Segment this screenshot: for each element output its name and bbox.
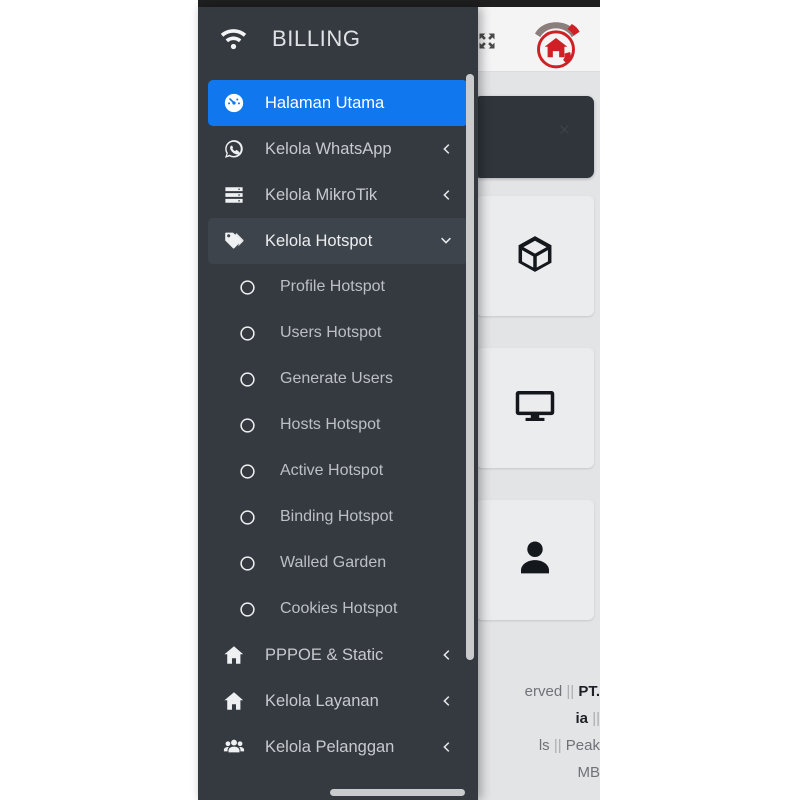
close-icon[interactable]: [557, 122, 572, 137]
house-wifi-logo: [528, 17, 584, 73]
tile-monitor[interactable]: [476, 348, 594, 468]
sidebar-item-label: PPPOE & Static: [265, 645, 384, 664]
sidebar-header: BILLING: [198, 7, 478, 70]
sidebar-subitem-label: Binding Hotspot: [280, 508, 393, 525]
circle-icon: [235, 275, 260, 300]
chevron-down-icon[interactable]: [438, 233, 454, 249]
sidebar-item-label: Kelola MikroTik: [265, 185, 378, 204]
sidebar-subitem-generate-users[interactable]: Generate Users: [208, 356, 468, 402]
dashboard-icon: [221, 91, 246, 116]
sidebar-subitem-label: Hosts Hotspot: [280, 416, 381, 433]
browser-top-strip: [198, 0, 600, 7]
screen: erved || PT. ia || ls || Peak MB BILLING…: [0, 0, 800, 800]
sidebar-subitem-hosts-hotspot[interactable]: Hosts Hotspot: [208, 402, 468, 448]
sidebar-subitem-active-hotspot[interactable]: Active Hotspot: [208, 448, 468, 494]
sidebar-subitem-label: Generate Users: [280, 370, 393, 387]
sidebar-subitem-label: Users Hotspot: [280, 324, 382, 341]
sidebar-item-kelola-pelanggan[interactable]: Kelola Pelanggan: [208, 724, 468, 770]
tags-icon: [221, 229, 246, 254]
circle-icon: [235, 413, 260, 438]
sidebar-title: BILLING: [272, 25, 361, 51]
monitor-icon: [514, 385, 556, 432]
wifi-icon: [219, 24, 248, 53]
sidebar-item-label: Halaman Utama: [265, 93, 385, 112]
sidebar-item-label: Kelola WhatsApp: [265, 139, 392, 158]
sidebar-item-kelola-whatsapp[interactable]: Kelola WhatsApp: [208, 126, 468, 172]
footer-sep-3: ||: [553, 737, 562, 754]
chevron-left-icon[interactable]: [438, 187, 454, 203]
chevron-left-icon[interactable]: [438, 141, 454, 157]
footer-text-4: MB: [577, 764, 601, 781]
chevron-left-icon[interactable]: [438, 739, 454, 755]
footer-sep-2: ||: [592, 710, 600, 727]
server-icon: [221, 183, 246, 208]
sidebar-item-label: Kelola Hotspot: [265, 231, 373, 250]
footer-tail-3: Peak: [565, 737, 600, 754]
chevron-left-icon[interactable]: [438, 647, 454, 663]
sidebar-item-kelola-hotspot[interactable]: Kelola Hotspot: [208, 218, 468, 264]
sidebar-item-kelola-mikrotik[interactable]: Kelola MikroTik: [208, 172, 468, 218]
sidebar-item-halaman-utama[interactable]: Halaman Utama: [208, 80, 468, 126]
sidebar-subitem-label: Cookies Hotspot: [280, 600, 398, 617]
sidebar: BILLING Halaman Utama Kelola WhatsApp Ke…: [198, 7, 478, 800]
home-icon: [221, 689, 246, 714]
sidebar-item-label: Kelola Pelanggan: [265, 737, 395, 756]
circle-icon: [235, 597, 260, 622]
tile-cube[interactable]: [476, 196, 594, 316]
circle-icon: [235, 551, 260, 576]
sidebar-item-kelola-layanan[interactable]: Kelola Layanan: [208, 678, 468, 724]
home-icon: [221, 643, 246, 668]
sidebar-subitem-label: Active Hotspot: [280, 462, 384, 479]
users-group-icon: [221, 735, 246, 760]
footer-text-3: ls: [538, 737, 550, 754]
footer-strong-1: PT.: [578, 683, 600, 700]
chevron-left-icon[interactable]: [438, 693, 454, 709]
footer-sep-1: ||: [566, 683, 575, 700]
circle-icon: [235, 459, 260, 484]
sidebar-horizontal-scrollbar-thumb[interactable]: [330, 789, 465, 796]
footer-strong-2: ia: [575, 710, 589, 727]
circle-icon: [235, 367, 260, 392]
sidebar-menu: Halaman Utama Kelola WhatsApp Kelola Mik…: [198, 70, 478, 800]
tile-user[interactable]: [476, 500, 594, 620]
footer-text-1: erved: [524, 683, 563, 700]
sidebar-item-pppoe-static[interactable]: PPPOE & Static: [208, 632, 468, 678]
dark-card[interactable]: [474, 96, 594, 178]
sidebar-subitem-label: Profile Hotspot: [280, 278, 385, 295]
sidebar-subitem-cookies-hotspot[interactable]: Cookies Hotspot: [208, 586, 468, 632]
circle-icon: [235, 321, 260, 346]
whatsapp-icon: [221, 137, 246, 162]
sidebar-subitem-walled-garden[interactable]: Walled Garden: [208, 540, 468, 586]
sidebar-subitem-users-hotspot[interactable]: Users Hotspot: [208, 310, 468, 356]
sidebar-subitem-profile-hotspot[interactable]: Profile Hotspot: [208, 264, 468, 310]
circle-icon: [235, 505, 260, 530]
sidebar-subitem-label: Walled Garden: [280, 554, 387, 571]
user-icon: [514, 537, 556, 584]
cube-icon: [514, 233, 556, 280]
sidebar-subitem-binding-hotspot[interactable]: Binding Hotspot: [208, 494, 468, 540]
sidebar-vertical-scrollbar[interactable]: [466, 74, 474, 660]
sidebar-vertical-scrollbar-thumb[interactable]: [466, 74, 474, 660]
sidebar-item-label: Kelola Layanan: [265, 691, 379, 710]
expand-arrows-icon[interactable]: [477, 31, 497, 51]
